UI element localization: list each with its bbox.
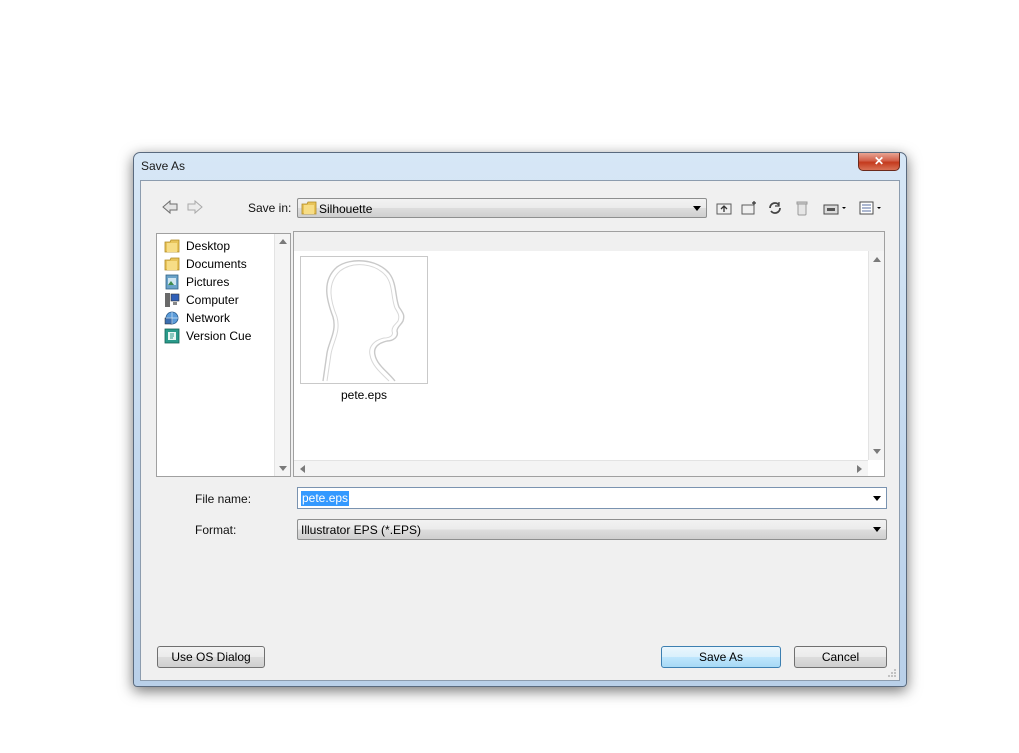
file-name-label: File name:	[195, 492, 252, 506]
place-label: Documents	[186, 257, 247, 271]
tools-icon[interactable]	[823, 200, 849, 216]
file-list: pete.eps	[294, 251, 884, 476]
silhouette-image	[322, 260, 405, 382]
file-name-label: pete.eps	[340, 388, 388, 402]
place-item-pictures[interactable]: Pictures	[164, 274, 276, 290]
places-scrollbar[interactable]	[274, 234, 290, 476]
scroll-down-icon[interactable]	[873, 449, 881, 454]
close-button[interactable]: ✕	[858, 153, 900, 171]
save-in-dropdown[interactable]: Silhouette	[297, 198, 707, 218]
save-in-label: Save in:	[248, 201, 292, 215]
place-item-computer[interactable]: Computer	[164, 292, 276, 308]
place-label: Pictures	[186, 275, 230, 289]
place-item-network[interactable]: Network	[164, 310, 276, 326]
place-label: Version Cue	[186, 329, 252, 343]
format-label: Format:	[195, 523, 237, 537]
scroll-down-icon[interactable]	[279, 466, 287, 471]
back-arrow-icon[interactable]	[161, 199, 179, 215]
dialog-body: Save in: Silhouette Desktop Documents Pi…	[140, 180, 900, 681]
format-dropdown[interactable]: Illustrator EPS (*.EPS)	[297, 519, 887, 540]
window-title: Save As	[141, 159, 186, 173]
file-name-field[interactable]: pete.eps	[297, 487, 887, 509]
save-in-value: Silhouette	[319, 202, 373, 216]
place-item-desktop[interactable]: Desktop	[164, 238, 276, 254]
view-menu-icon[interactable]	[859, 200, 885, 216]
network-icon	[164, 311, 179, 325]
up-folder-icon[interactable]	[715, 200, 733, 216]
delete-icon[interactable]	[793, 200, 811, 216]
chevron-down-icon	[693, 206, 701, 211]
file-list-horizontal-scrollbar[interactable]	[294, 460, 868, 476]
scroll-up-icon[interactable]	[279, 239, 287, 244]
save-as-dialog: Save As ✕ Save in: Silhouette Desktop Do…	[133, 152, 907, 687]
computer-icon	[165, 293, 180, 307]
file-browser: pete.eps	[293, 231, 885, 477]
place-label: Computer	[186, 293, 239, 307]
file-name-value: pete.eps	[301, 491, 350, 506]
folder-icon	[301, 201, 317, 215]
new-folder-icon[interactable]	[740, 200, 758, 216]
resize-grip-icon[interactable]	[887, 668, 897, 678]
refresh-icon[interactable]	[766, 200, 784, 216]
place-item-version-cue[interactable]: Version Cue	[164, 328, 276, 344]
places-list: Desktop Documents Pictures Computer Netw…	[156, 233, 291, 477]
save-button[interactable]: Save As	[661, 646, 781, 668]
folder-icon	[164, 257, 180, 271]
place-label: Desktop	[186, 239, 231, 253]
scroll-up-icon[interactable]	[873, 257, 881, 262]
cancel-button[interactable]: Cancel	[794, 646, 887, 668]
use-os-dialog-button[interactable]: Use OS Dialog	[157, 646, 265, 668]
close-icon: ✕	[873, 154, 885, 168]
chevron-down-icon	[873, 527, 881, 532]
forward-arrow-icon[interactable]	[186, 199, 204, 215]
file-list-vertical-scrollbar[interactable]	[868, 251, 884, 460]
folder-icon	[164, 239, 180, 253]
pictures-icon	[165, 274, 179, 290]
format-value: Illustrator EPS (*.EPS)	[301, 523, 422, 537]
file-thumbnail	[300, 256, 428, 384]
place-item-documents[interactable]: Documents	[164, 256, 276, 272]
version-cue-icon	[164, 328, 180, 344]
scroll-left-icon[interactable]	[300, 465, 305, 473]
chevron-down-icon[interactable]	[873, 496, 881, 501]
place-label: Network	[186, 311, 231, 325]
scroll-right-icon[interactable]	[857, 465, 862, 473]
